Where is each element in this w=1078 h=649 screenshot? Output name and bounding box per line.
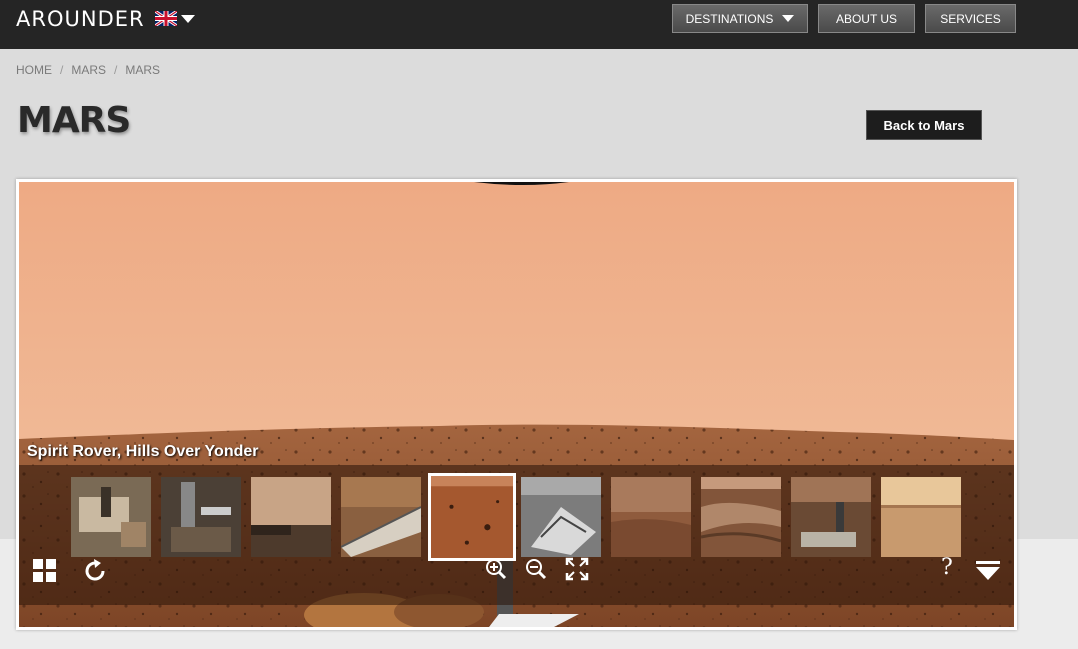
thumbnail-dusty-slope[interactable]: [611, 477, 691, 557]
thumbnail-lander-grayscale[interactable]: [521, 477, 601, 557]
panorama-caption: Spirit Rover, Hills Over Yonder: [27, 443, 259, 460]
breadcrumb-separator: /: [114, 63, 118, 77]
collapse-menu-icon[interactable]: [975, 558, 1001, 582]
page-title: MARS: [17, 100, 131, 141]
top-navigation-bar: AROUNDER DESTINATIONS ABOUT US SERVICES: [0, 0, 1078, 49]
site-logo[interactable]: AROUNDER: [16, 7, 145, 31]
zoom-in-icon[interactable]: [485, 558, 507, 580]
breadcrumb-mars[interactable]: MARS: [71, 63, 106, 77]
chevron-down-icon: [782, 15, 795, 22]
panorama-viewer: Spirit Rover, Hills Over Yonder ?: [16, 179, 1017, 630]
nav-destinations-button[interactable]: DESTINATIONS: [672, 4, 808, 33]
uk-flag-icon[interactable]: [155, 11, 177, 26]
auto-rotate-icon[interactable]: [82, 558, 108, 584]
breadcrumb: HOME / MARS / MARS: [16, 63, 160, 77]
thumbnail-rover-mast[interactable]: [161, 477, 241, 557]
thumbnail-rover-deck[interactable]: [71, 477, 151, 557]
panorama-canvas[interactable]: Spirit Rover, Hills Over Yonder ?: [19, 182, 1014, 627]
nav-services-button[interactable]: SERVICES: [925, 4, 1016, 33]
back-to-mars-button[interactable]: Back to Mars: [866, 110, 982, 140]
grid-view-icon[interactable]: [33, 559, 57, 583]
nav-destinations-label: DESTINATIONS: [685, 11, 774, 26]
fullscreen-icon[interactable]: [565, 557, 589, 581]
nav-services-label: SERVICES: [940, 11, 1001, 26]
breadcrumb-separator: /: [60, 63, 64, 77]
help-button[interactable]: ?: [941, 555, 953, 580]
nav-about-button[interactable]: ABOUT US: [818, 4, 915, 33]
breadcrumb-current: MARS: [125, 63, 161, 77]
thumbnail-plain-horizon[interactable]: [251, 477, 331, 557]
thumbnail-strip: ?: [19, 465, 1014, 605]
language-dropdown-icon[interactable]: [181, 15, 195, 23]
thumbnail-rocky-ground[interactable]: [428, 473, 516, 561]
breadcrumb-home[interactable]: HOME: [16, 63, 52, 77]
thumbnail-sunlit-plain[interactable]: [881, 477, 961, 557]
nav-about-label: ABOUT US: [835, 11, 898, 26]
thumbnail-rover-on-terrain[interactable]: [791, 477, 871, 557]
thumbnail-crater-rim[interactable]: [701, 477, 781, 557]
thumbnail-solar-panel[interactable]: [341, 477, 421, 557]
zoom-out-icon[interactable]: [525, 558, 547, 580]
